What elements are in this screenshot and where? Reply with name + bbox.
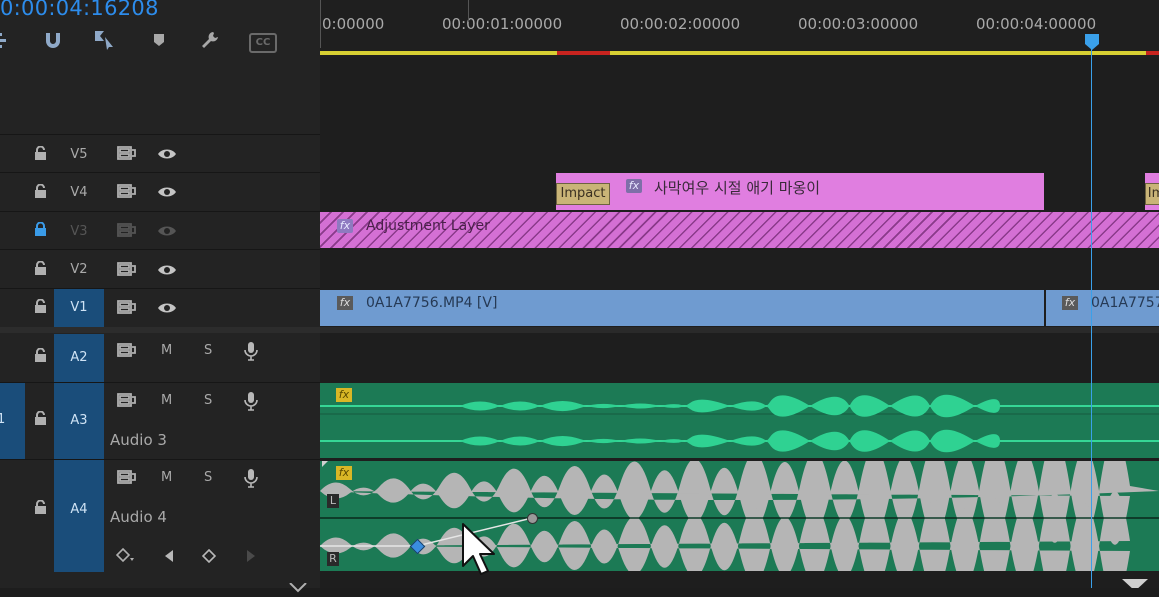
solo-button-a4[interactable]: S bbox=[204, 470, 212, 485]
mute-button-a2[interactable]: M bbox=[161, 343, 172, 358]
track-name-v1[interactable]: V1 bbox=[54, 289, 104, 327]
fx-badge[interactable]: fx bbox=[337, 296, 353, 310]
track-headers: 0:00:04:16208 CC V5 V4 V3 V2 V1 A2 M S 1… bbox=[0, 0, 320, 593]
solo-button-a3[interactable]: S bbox=[204, 393, 212, 408]
sync-lock-icon-a4[interactable] bbox=[116, 470, 136, 484]
sync-lock-icon-v3[interactable] bbox=[116, 223, 136, 237]
track-label-a4: Audio 4 bbox=[110, 508, 167, 526]
work-area-bar[interactable] bbox=[320, 51, 557, 55]
video-clip-v1-next[interactable]: fx 0A1A7757. bbox=[1046, 290, 1159, 326]
lock-icon-a2[interactable] bbox=[34, 348, 46, 362]
fx-badge[interactable]: fx bbox=[626, 179, 642, 193]
ruler-label: 0:00000 bbox=[322, 15, 385, 33]
fx-badge[interactable]: fx bbox=[1062, 296, 1078, 310]
ruler-tick bbox=[468, 0, 469, 22]
time-ruler[interactable]: 0:00000 00:00:01:00000 00:00:02:00000 00… bbox=[320, 0, 1159, 58]
wrench-settings-icon[interactable] bbox=[199, 29, 221, 51]
sync-lock-icon-a2[interactable] bbox=[116, 343, 136, 357]
add-marker-icon[interactable] bbox=[148, 29, 170, 51]
audio-clip-a3[interactable]: fx bbox=[320, 383, 1159, 458]
previous-keyframe-icon[interactable] bbox=[163, 548, 175, 567]
keyframe-diamond-icon[interactable] bbox=[201, 548, 217, 567]
video-audio-divider[interactable] bbox=[0, 327, 320, 333]
track-label-a3: Audio 3 bbox=[110, 431, 167, 449]
sync-lock-icon-v1[interactable] bbox=[116, 300, 136, 314]
microphone-icon-a2[interactable] bbox=[244, 341, 258, 361]
ruler-label: 00:00:02:00000 bbox=[620, 15, 741, 33]
add-keyframe-icon[interactable] bbox=[115, 547, 136, 567]
adjustment-layer-clip[interactable]: fx Adjustment Layer bbox=[320, 212, 1159, 248]
timeline-panel[interactable]: 0:00000 00:00:01:00000 00:00:02:00000 00… bbox=[320, 0, 1159, 588]
captions-cc-icon[interactable]: CC bbox=[249, 33, 277, 53]
lock-icon-v3-locked[interactable] bbox=[34, 222, 46, 236]
sync-lock-icon-v4[interactable] bbox=[116, 184, 136, 198]
scroll-zoom-icon[interactable] bbox=[1120, 576, 1150, 588]
impact-transition[interactable]: Impact bbox=[556, 183, 610, 205]
track-name-v2[interactable]: V2 bbox=[54, 251, 104, 289]
fx-badge[interactable]: fx bbox=[336, 388, 352, 402]
eye-icon-v1[interactable] bbox=[157, 302, 177, 314]
work-area-bar[interactable] bbox=[610, 51, 1146, 55]
render-bar-red bbox=[557, 51, 610, 55]
impact-transition[interactable]: Im bbox=[1145, 183, 1159, 205]
lock-icon-a4[interactable] bbox=[34, 500, 46, 514]
channel-label-left: L bbox=[327, 494, 339, 508]
playhead-timecode[interactable]: 0:00:04:16208 bbox=[0, 0, 159, 20]
clip-name: Adjustment Layer bbox=[366, 218, 490, 234]
fx-badge[interactable]: fx bbox=[337, 219, 353, 233]
mute-button-a4[interactable]: M bbox=[161, 470, 172, 485]
track-name-a4[interactable]: A4 bbox=[54, 460, 104, 572]
eye-icon-v3[interactable] bbox=[157, 225, 177, 237]
track-name-a3[interactable]: A3 bbox=[54, 383, 104, 459]
track-name-v3[interactable]: V3 bbox=[54, 213, 104, 251]
mute-button-a3[interactable]: M bbox=[161, 393, 172, 408]
sync-lock-icon-a3[interactable] bbox=[116, 393, 136, 407]
microphone-icon-a3[interactable] bbox=[244, 391, 258, 411]
solo-button-a2[interactable]: S bbox=[204, 343, 212, 358]
eye-icon-v4[interactable] bbox=[157, 186, 177, 198]
keyframe-point[interactable] bbox=[527, 513, 538, 524]
clip-name: 0A1A7757. bbox=[1091, 295, 1159, 311]
ruler-tick bbox=[320, 0, 321, 48]
lock-icon-v1[interactable] bbox=[34, 299, 46, 313]
ruler-label: 00:00:03:00000 bbox=[798, 15, 919, 33]
clip-name: 사막여우 시절 애기 마옹이 bbox=[654, 179, 821, 197]
source-patch-label: 1 bbox=[0, 412, 6, 427]
ruler-label: 00:00:01:00000 bbox=[442, 15, 563, 33]
track-name-v5[interactable]: V5 bbox=[54, 136, 104, 174]
next-keyframe-icon[interactable] bbox=[245, 548, 257, 567]
mouse-cursor-icon bbox=[461, 522, 497, 582]
lock-icon-a3[interactable] bbox=[34, 411, 46, 425]
channel-label-right: R bbox=[327, 552, 339, 566]
playhead-line[interactable] bbox=[1091, 35, 1092, 588]
eye-icon-v2[interactable] bbox=[157, 264, 177, 276]
render-bar-red bbox=[1146, 51, 1159, 55]
ruler-label: 00:00:04:00000 bbox=[976, 15, 1097, 33]
sync-lock-icon-v2[interactable] bbox=[116, 262, 136, 276]
video-audio-divider[interactable] bbox=[320, 327, 1159, 333]
snap-magnet-icon[interactable] bbox=[42, 29, 64, 51]
clip-name: 0A1A7756.MP4 [V] bbox=[366, 295, 498, 311]
track-name-v4[interactable]: V4 bbox=[54, 174, 104, 212]
eye-icon-v5[interactable] bbox=[157, 148, 177, 160]
lock-icon-v4[interactable] bbox=[34, 184, 46, 198]
title-clip-v4[interactable]: Impact fx 사막여우 시절 애기 마옹이 bbox=[556, 173, 1044, 210]
linked-selection-icon[interactable] bbox=[93, 29, 115, 51]
nest-icon[interactable] bbox=[0, 29, 14, 51]
lock-icon-v5[interactable] bbox=[34, 146, 46, 160]
title-clip-v4-next[interactable]: Im bbox=[1145, 173, 1159, 210]
track-name-a2[interactable]: A2 bbox=[54, 334, 104, 382]
video-clip-v1[interactable]: fx 0A1A7756.MP4 [V] bbox=[320, 290, 1044, 326]
source-patch-a1[interactable]: 1 bbox=[0, 383, 25, 459]
lock-icon-v2[interactable] bbox=[34, 261, 46, 275]
fx-badge[interactable]: fx bbox=[336, 466, 352, 480]
microphone-icon-a4[interactable] bbox=[244, 468, 258, 488]
audio-clip-a4[interactable]: fx L R bbox=[320, 461, 1159, 571]
playhead-handle-icon[interactable] bbox=[1085, 34, 1099, 54]
sync-lock-icon-v5[interactable] bbox=[116, 146, 136, 160]
